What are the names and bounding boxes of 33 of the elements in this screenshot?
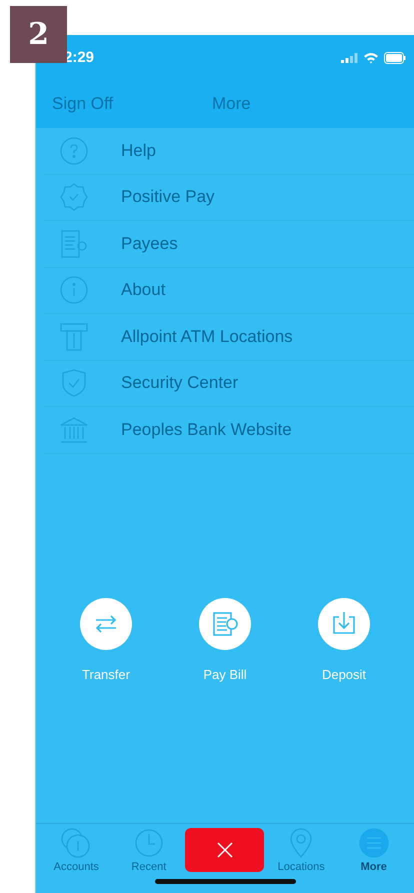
battery-icon [384,52,406,64]
sign-off-button[interactable]: Sign Off [36,94,114,114]
menu-item[interactable]: Security Center [44,360,414,407]
step-number-badge: 2 [10,6,67,63]
bill-icon [199,598,251,650]
check-badge-icon [59,182,89,212]
atm-icon [59,322,89,352]
tab-bar-item[interactable]: Locations [264,824,338,873]
menu-item[interactable]: Positive Pay [44,174,414,221]
menu-item[interactable]: Allpoint ATM Locations [44,314,414,360]
bank-icon [59,414,89,445]
quick-action-button[interactable]: Deposit [310,598,378,682]
close-icon [216,842,233,858]
wifi-icon [363,52,379,64]
quick-action-button[interactable]: Pay Bill [191,598,259,682]
menu-item[interactable]: About [44,268,414,314]
menu-item[interactable]: Help [44,128,414,174]
close-button[interactable] [185,828,264,872]
menu-item[interactable]: Peoples Bank Website [44,407,414,454]
coins-icon [60,827,92,859]
tab-bar-item[interactable]: More [337,824,410,873]
info-icon [59,275,89,306]
clock-icon [132,827,165,859]
help-icon [59,136,89,166]
menu-icon [358,827,390,859]
menu-item[interactable]: Payees [44,221,414,268]
tab-bar-item[interactable]: Recent [112,824,186,873]
download-tray-icon [318,598,370,650]
transfer-arrows-icon [80,598,132,650]
signal-icon [341,52,358,62]
tab-bar-item[interactable]: Accounts [40,824,113,873]
screen-title: More [212,94,251,114]
quick-action-button[interactable]: Transfer [72,598,140,682]
